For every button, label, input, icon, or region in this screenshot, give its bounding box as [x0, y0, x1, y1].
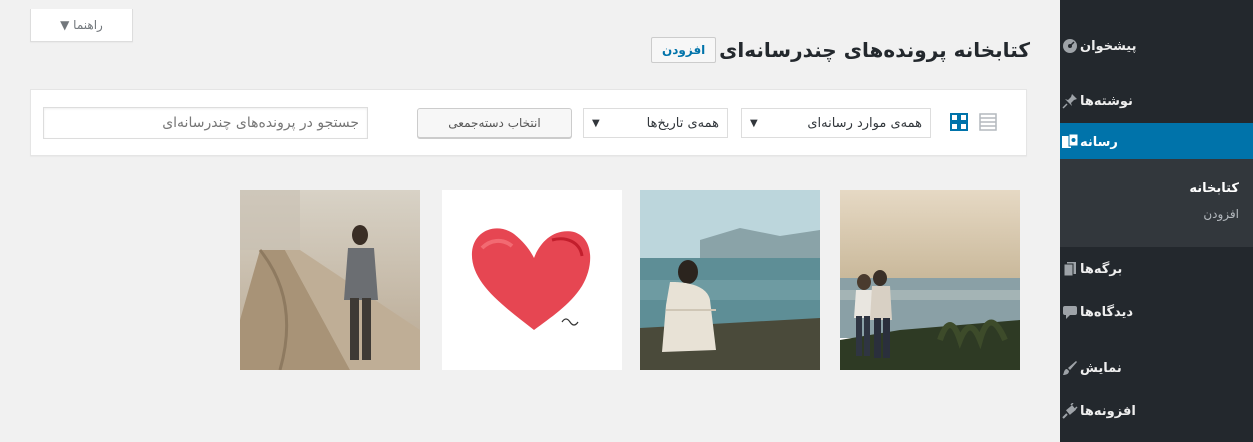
media-thumbnail-red-heart[interactable]	[442, 190, 622, 370]
sidebar-item-media[interactable]: رسانه	[1052, 123, 1253, 161]
date-filter-select[interactable]: همه‌ی تاریخ‌ها ▼	[583, 108, 728, 138]
add-new-button[interactable]: افزودن	[651, 37, 717, 63]
sidebar-item-label: افزونه‌ها	[1080, 403, 1136, 419]
comments-icon	[1060, 302, 1080, 322]
sidebar-item-pages[interactable]: برگه‌ها	[1060, 250, 1253, 288]
list-view-icon[interactable]	[978, 112, 998, 132]
dashboard-icon	[1060, 36, 1080, 56]
type-filter-select[interactable]: همه‌ی موارد رسانه‌ای ▼	[741, 108, 931, 138]
media-thumbnail-couple-by-sea[interactable]	[840, 190, 1020, 370]
bulk-select-button[interactable]: انتخاب دسته‌جمعی	[417, 108, 572, 138]
grid-view-icon[interactable]	[949, 112, 969, 132]
pages-icon	[1060, 259, 1080, 279]
help-tab-button[interactable]: راهنما ▼	[30, 9, 133, 42]
sidebar-item-label: رسانه	[1080, 134, 1118, 150]
chevron-down-icon: ▼	[750, 117, 758, 129]
media-thumbnail-man-on-road[interactable]	[240, 190, 420, 370]
appearance-icon	[1060, 358, 1080, 378]
media-thumbnail-woman-by-lake[interactable]	[640, 190, 820, 370]
submenu-item-add-new[interactable]: افزودن	[1203, 207, 1239, 221]
sidebar-item-label: برگه‌ها	[1080, 261, 1123, 277]
chevron-down-icon: ▼	[592, 117, 600, 129]
sidebar-item-dashboard[interactable]: پیشخوان	[1060, 27, 1253, 65]
sidebar-item-plugins[interactable]: افزونه‌ها	[1060, 392, 1253, 430]
sidebar-item-appearance[interactable]: نمایش	[1060, 349, 1253, 387]
admin-sidebar: پیشخوان نوشته‌ها رسانه کتابخانه افزودن ب…	[1052, 0, 1253, 442]
sidebar-item-label: نوشته‌ها	[1080, 93, 1133, 109]
type-filter-value: همه‌ی موارد رسانه‌ای	[807, 115, 922, 131]
sidebar-item-label: پیشخوان	[1080, 38, 1137, 54]
sidebar-item-posts[interactable]: نوشته‌ها	[1060, 82, 1253, 120]
media-icon	[1060, 132, 1080, 152]
page-title: کتابخانه پرونده‌های چندرسانه‌ای	[719, 38, 1030, 62]
media-submenu: کتابخانه افزودن	[1060, 159, 1253, 247]
sidebar-item-comments[interactable]: دیدگاه‌ها	[1060, 293, 1253, 331]
pin-icon	[1060, 91, 1080, 111]
sidebar-item-label: نمایش	[1080, 360, 1122, 376]
date-filter-value: همه‌ی تاریخ‌ها	[646, 115, 719, 131]
search-input[interactable]	[43, 107, 368, 139]
media-toolbar: انتخاب دسته‌جمعی همه‌ی تاریخ‌ها ▼ همه‌ی …	[30, 89, 1027, 156]
submenu-item-library[interactable]: کتابخانه	[1189, 181, 1239, 196]
sidebar-item-label: دیدگاه‌ها	[1080, 304, 1134, 320]
plugins-icon	[1060, 401, 1080, 421]
